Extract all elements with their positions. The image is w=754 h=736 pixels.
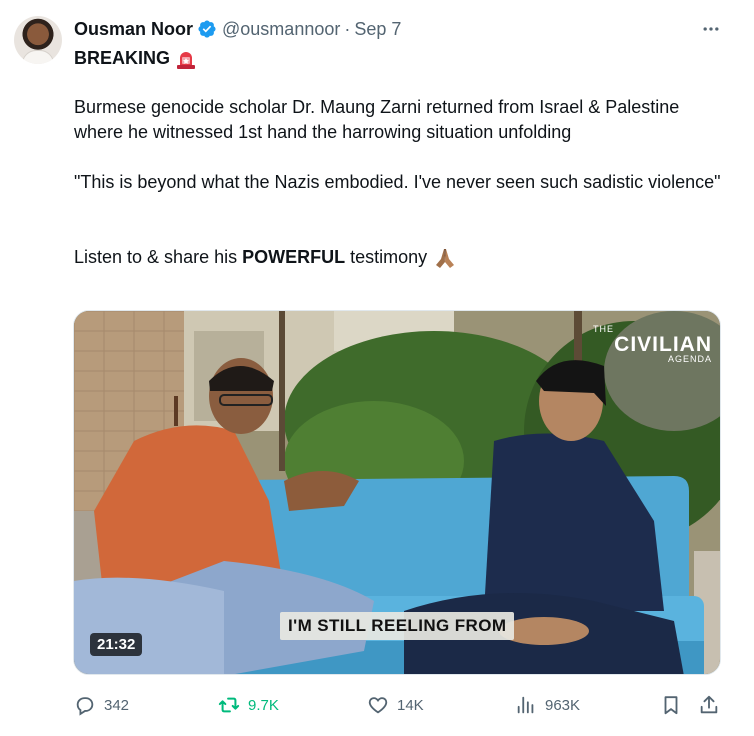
paragraph3-suffix: testimony — [345, 247, 428, 267]
logo-top-text: THE — [593, 324, 614, 334]
paragraph3-bold: POWERFUL — [242, 247, 346, 267]
tweet-header: Ousman Noor @ousmannoor · Sep 7 — [74, 18, 401, 40]
reply-icon — [76, 697, 94, 716]
breaking-line: BREAKING — [74, 46, 724, 71]
views-chart-icon — [517, 696, 534, 714]
views-count: 963K — [545, 696, 581, 714]
bookmark-icon — [664, 696, 678, 715]
reply-button[interactable]: 342 — [74, 692, 129, 718]
more-options-icon[interactable] — [698, 16, 724, 42]
siren-emoji-icon — [175, 48, 197, 70]
share-button[interactable] — [698, 692, 720, 718]
breaking-text: BREAKING — [74, 48, 171, 68]
video-duration-badge: 21:32 — [90, 633, 143, 656]
retweet-count: 9.7K — [248, 696, 279, 714]
tweet-paragraph-3: Listen to & share his POWERFUL testimony — [74, 245, 724, 270]
channel-logo: THE CIVILIAN AGENDA — [593, 325, 712, 364]
tweet-paragraph-1: Burmese genocide scholar Dr. Maung Zarni… — [74, 97, 680, 142]
heart-icon — [368, 697, 388, 714]
video-player[interactable]: THE CIVILIAN AGENDA I'M STILL REELING FR… — [73, 310, 721, 675]
author-display-name[interactable]: Ousman Noor — [74, 19, 193, 40]
video-subtitle: I'M STILL REELING FROM — [280, 612, 515, 640]
logo-main-text: CIVILIAN — [614, 333, 712, 356]
retweet-button[interactable]: 9.7K — [218, 692, 279, 718]
tweet-date[interactable]: Sep 7 — [354, 19, 401, 40]
logo-sub-text: AGENDA — [667, 354, 712, 364]
paragraph3-prefix: Listen to & share his — [74, 247, 243, 267]
like-count: 14K — [397, 696, 424, 714]
share-icon — [700, 695, 718, 714]
folded-hands-emoji-icon — [433, 246, 457, 270]
like-button[interactable]: 14K — [367, 692, 424, 718]
author-handle[interactable]: @ousmannoor — [222, 19, 340, 40]
tweet-paragraph-2: "This is beyond what the Nazis embodied.… — [74, 172, 721, 192]
separator-dot: · — [344, 18, 351, 39]
tweet-actions-bar: 342 9.7K 14K 963K — [74, 692, 726, 718]
retweet-icon — [218, 697, 240, 713]
reply-count: 342 — [104, 696, 130, 714]
verified-badge-icon — [197, 19, 217, 39]
bookmark-button[interactable] — [660, 692, 682, 718]
author-avatar[interactable] — [14, 16, 62, 64]
views-button[interactable]: 963K — [515, 692, 580, 718]
